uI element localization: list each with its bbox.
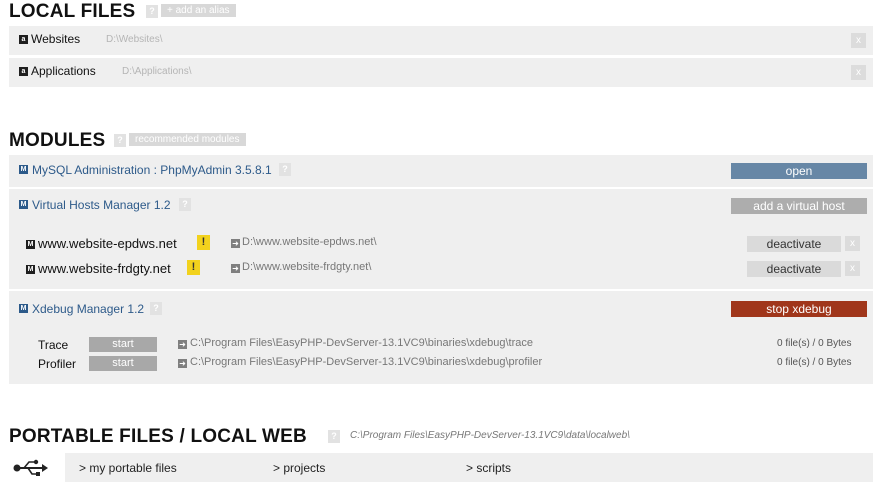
local-file-label[interactable]: Applications (31, 64, 96, 78)
local-file-row-applications: a Applications D:\Applications\ x (9, 58, 873, 87)
portable-files-title: PORTABLE FILES / LOCAL WEB (9, 426, 307, 447)
local-file-row-websites: a Websites D:\Websites\ x (9, 26, 873, 55)
projects-link[interactable]: > projects (273, 461, 325, 475)
remove-icon[interactable]: x (845, 261, 860, 276)
portable-links-bar: > my portable files > projects > scripts (65, 453, 873, 482)
warning-icon[interactable]: ! (187, 260, 200, 275)
vhosts-module-label[interactable]: Virtual Hosts Manager 1.2 (32, 198, 171, 212)
local-files-title: LOCAL FILES (9, 1, 136, 22)
module-icon: M (19, 304, 28, 313)
module-virtual-hosts: M Virtual Hosts Manager 1.2 ? add a virt… (9, 187, 873, 291)
open-phpmyadmin-button[interactable]: open (731, 163, 867, 179)
module-mysql: M MySQL Administration : PhpMyAdmin 3.5.… (9, 155, 873, 187)
recommended-modules-button[interactable]: recommended modules (129, 133, 246, 146)
arrow-right-box-icon: ➜ (178, 340, 187, 349)
modules-title: MODULES (9, 130, 106, 151)
add-alias-button[interactable]: + add an alias (161, 4, 236, 17)
modules-help-icon[interactable]: ? (114, 134, 126, 147)
scripts-link[interactable]: > scripts (466, 461, 511, 475)
vhost-name[interactable]: www.website-frdgty.net (38, 261, 171, 276)
arrow-right-box-icon: ➜ (178, 359, 187, 368)
module-icon: M (19, 165, 28, 174)
portable-help-icon[interactable]: ? (328, 430, 340, 443)
xdebug-size: 0 file(s) / 0 Bytes (777, 338, 852, 349)
square-icon: a (19, 35, 28, 44)
vhost-path: D:\www.website-frdgty.net\ (242, 261, 372, 273)
square-icon: M (26, 265, 35, 274)
vhosts-help-icon[interactable]: ? (179, 198, 191, 211)
remove-icon[interactable]: x (851, 65, 866, 80)
warning-icon[interactable]: ! (197, 235, 210, 250)
stop-xdebug-button[interactable]: stop xdebug (731, 301, 867, 317)
mysql-help-icon[interactable]: ? (279, 163, 291, 176)
arrow-right-box-icon: ➜ (231, 264, 240, 273)
xdebug-row-label: Profiler (38, 357, 77, 371)
start-trace-button[interactable]: start (89, 337, 157, 352)
usb-icon (13, 459, 48, 476)
local-files-help-icon[interactable]: ? (146, 5, 158, 18)
mysql-module-label[interactable]: MySQL Administration : PhpMyAdmin 3.5.8.… (32, 163, 272, 177)
xdebug-help-icon[interactable]: ? (150, 302, 162, 315)
local-file-path: D:\Websites\ (106, 34, 163, 45)
square-icon: a (19, 67, 28, 76)
localweb-path: C:\Program Files\EasyPHP-DevServer-13.1V… (350, 430, 630, 441)
remove-icon[interactable]: x (845, 236, 860, 251)
xdebug-row-label: Trace (38, 338, 69, 352)
vhost-path: D:\www.website-epdws.net\ (242, 236, 377, 248)
module-xdebug: M Xdebug Manager 1.2 ? stop xdebug Trace… (9, 289, 873, 384)
local-file-path: D:\Applications\ (122, 66, 192, 77)
remove-icon[interactable]: x (851, 33, 866, 48)
square-icon: M (26, 240, 35, 249)
xdebug-path: C:\Program Files\EasyPHP-DevServer-13.1V… (190, 356, 543, 368)
module-icon: M (19, 200, 28, 209)
my-portable-files-link[interactable]: > my portable files (79, 461, 177, 475)
xdebug-size: 0 file(s) / 0 Bytes (777, 357, 852, 368)
deactivate-button[interactable]: deactivate (747, 261, 841, 277)
xdebug-module-label[interactable]: Xdebug Manager 1.2 (32, 302, 144, 316)
xdebug-path: C:\Program Files\EasyPHP-DevServer-13.1V… (190, 337, 533, 349)
start-profiler-button[interactable]: start (89, 356, 157, 371)
deactivate-button[interactable]: deactivate (747, 236, 841, 252)
local-file-label[interactable]: Websites (31, 32, 80, 46)
add-virtual-host-button[interactable]: add a virtual host (731, 198, 867, 214)
vhost-name[interactable]: www.website-epdws.net (38, 236, 177, 251)
arrow-right-box-icon: ➜ (231, 239, 240, 248)
